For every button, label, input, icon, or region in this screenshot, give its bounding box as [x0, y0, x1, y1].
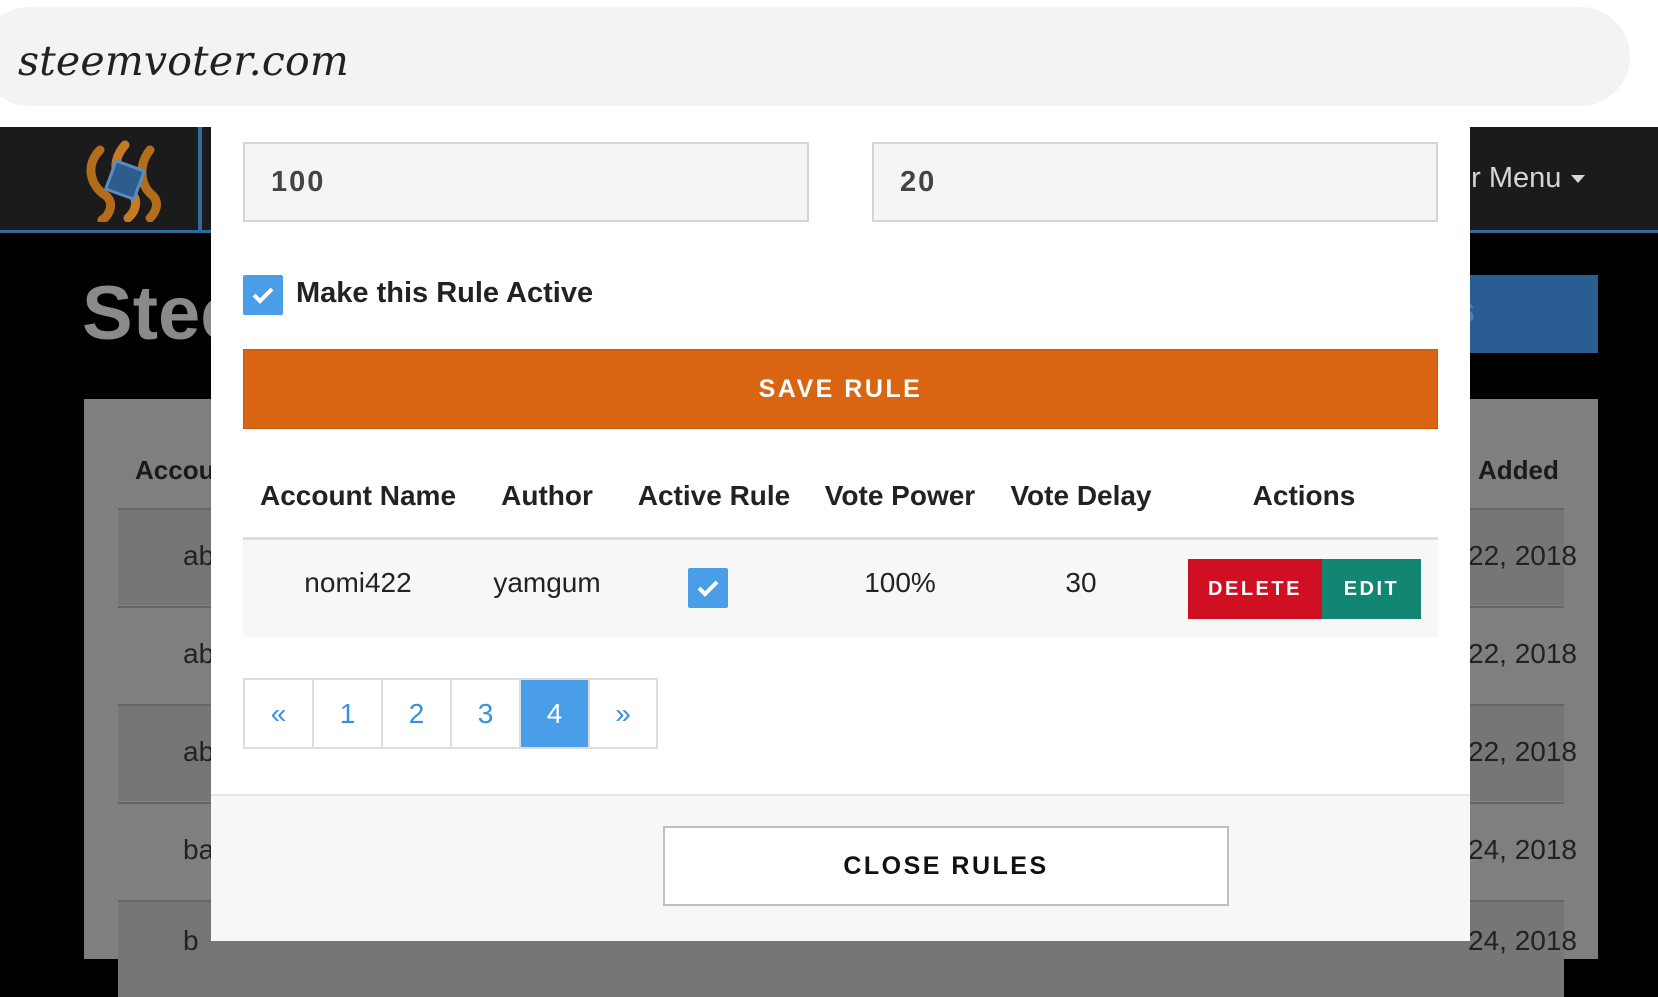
delete-rule-button[interactable]: DELETE [1188, 559, 1322, 619]
edit-rule-button[interactable]: EDIT [1322, 559, 1421, 619]
th-vote-power: Vote Power [824, 480, 976, 511]
url-text: steemvoter.com [18, 37, 349, 85]
bg-table-header-account: Accou [135, 455, 215, 485]
nav-divider [198, 127, 202, 233]
pagination-page-2[interactable]: 2 [383, 680, 452, 747]
pagination-page-4[interactable]: 4 [521, 680, 590, 747]
th-vote-delay: Vote Delay [1010, 480, 1152, 511]
save-rule-button[interactable]: SAVE RULE [243, 349, 1438, 429]
browser-toolbar: steemvoter.com [0, 0, 1658, 127]
vote-power-input[interactable]: 100 [243, 142, 809, 222]
cell-vote-delay: 30 [1065, 567, 1097, 598]
caret-down-icon [1571, 175, 1586, 184]
bg-cell-date: 24, 2018 [1468, 925, 1577, 956]
cell-account-name: nomi422 [304, 567, 412, 598]
pagination: « 1 2 3 4 » [243, 678, 658, 749]
bg-cell-date: 22, 2018 [1468, 540, 1577, 571]
close-rules-button[interactable]: CLOSE RULES [663, 826, 1229, 906]
steemvoter-logo-icon [86, 140, 161, 222]
th-account-name: Account Name [259, 480, 457, 511]
user-menu[interactable]: er Menu [1455, 162, 1586, 195]
bg-cell-date: 22, 2018 [1468, 638, 1577, 669]
address-bar[interactable]: steemvoter.com [0, 7, 1630, 106]
checkmark-icon [252, 287, 274, 304]
rule-active-label: Make this Rule Active [296, 277, 594, 309]
pagination-prev[interactable]: « [245, 680, 314, 747]
bg-cell-left: b [183, 925, 199, 956]
checkmark-icon [697, 580, 719, 597]
vote-delay-input[interactable]: 20 [872, 142, 1438, 222]
bg-cell-date: 22, 2018 [1468, 736, 1577, 767]
pagination-page-1[interactable]: 1 [314, 680, 383, 747]
rules-modal: 100 20 Make this Rule Active SAVE RULE A… [211, 127, 1470, 941]
bg-cell-left: ba [183, 834, 215, 865]
bg-cell-left: ab [183, 540, 215, 571]
bg-table-header-added: Added [1478, 455, 1559, 485]
th-active-rule: Active Rule [637, 480, 791, 511]
pagination-page-3[interactable]: 3 [452, 680, 521, 747]
pagination-next[interactable]: » [590, 680, 656, 747]
th-actions: Actions [1252, 480, 1356, 511]
cell-active-rule-checkbox[interactable] [688, 568, 728, 608]
rule-active-checkbox[interactable] [243, 275, 283, 315]
bg-cell-left: ab [183, 736, 215, 767]
cell-author: yamgum [493, 567, 601, 598]
bg-cell-left: ab [183, 638, 215, 669]
th-author: Author [501, 480, 593, 511]
cell-vote-power: 100% [864, 567, 936, 598]
bg-cell-date: 24, 2018 [1468, 834, 1577, 865]
